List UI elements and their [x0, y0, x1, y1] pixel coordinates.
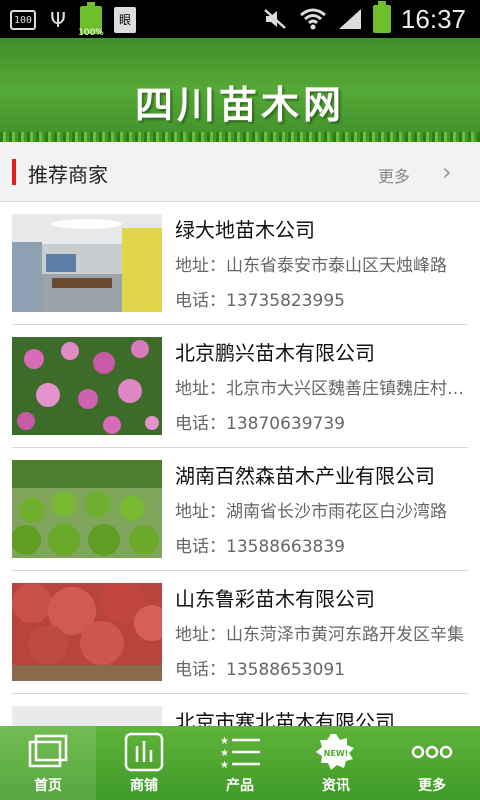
- merchant-phone[interactable]: 电话：13735823995: [175, 286, 345, 311]
- site-logo: 四川苗木网: [134, 82, 345, 127]
- section-accent-bar: [12, 159, 16, 185]
- nav-news-label: 资讯: [322, 778, 350, 794]
- chevron-right-icon[interactable]: ›: [442, 158, 452, 186]
- more-icon: [411, 745, 453, 759]
- bottom-navigation: 首页 商铺 ★ ★ ★ 产品 NEW! 资讯 更多: [0, 726, 480, 800]
- merchant-name[interactable]: 山东鲁彩苗木有限公司: [175, 583, 375, 612]
- svg-text:NEW!: NEW!: [324, 749, 349, 758]
- nav-news[interactable]: NEW! 资讯: [288, 726, 384, 800]
- merchant-item[interactable]: 北京鹏兴苗木有限公司 地址：北京市大兴区魏善庄镇魏庄村… 电话：13870639…: [0, 325, 480, 448]
- merchant-phone[interactable]: 电话：13870639739: [175, 409, 345, 434]
- svg-text:★: ★: [220, 736, 229, 747]
- nav-shop[interactable]: 商铺: [96, 726, 192, 800]
- section-title: 推荐商家: [28, 163, 108, 187]
- usb-icon: Ψ: [50, 8, 66, 32]
- merchant-name[interactable]: 湖南百然森苗木产业有限公司: [175, 460, 435, 489]
- nav-products[interactable]: ★ ★ ★ 产品: [192, 726, 288, 800]
- nav-products-label: 产品: [226, 778, 254, 794]
- merchant-image-building: [12, 706, 162, 726]
- nav-home-label: 首页: [34, 778, 62, 794]
- document-icon: 眼: [114, 7, 136, 33]
- shop-icon: [124, 732, 164, 772]
- wifi-icon: [299, 8, 326, 30]
- grass-decoration: [0, 132, 480, 142]
- clock: 16:37: [400, 3, 466, 34]
- merchant-item[interactable]: 湖南百然森苗木产业有限公司 地址：湖南省长沙市雨花区白沙湾路 电话：135886…: [0, 448, 480, 571]
- merchant-item[interactable]: 北京市塞北苗木有限公司: [0, 694, 480, 726]
- merchant-address: 地址：山东菏泽市黄河东路开发区辛集: [175, 625, 464, 645]
- mute-icon: [264, 9, 286, 29]
- merchant-phone[interactable]: 电话：13588663839: [175, 532, 345, 557]
- merchant-address: 地址：湖南省长沙市雨花区白沙湾路: [175, 502, 447, 522]
- merchant-image-office: [12, 214, 162, 312]
- merchant-name[interactable]: 绿大地苗木公司: [175, 214, 315, 243]
- more-link[interactable]: 更多: [378, 163, 410, 187]
- storage-icon: 100: [10, 10, 36, 30]
- signal-icon: [338, 9, 361, 29]
- recommended-merchants-header: 推荐商家 更多 ›: [0, 142, 480, 202]
- home-icon: [28, 734, 68, 768]
- svg-text:★: ★: [220, 748, 229, 759]
- merchant-address: 地址：北京市大兴区魏善庄镇魏庄村…: [175, 379, 464, 399]
- products-icon: ★ ★ ★: [220, 736, 260, 771]
- merchant-item[interactable]: 绿大地苗木公司 地址：山东省泰安市泰山区天烛峰路 电话：13735823995: [0, 202, 480, 325]
- battery-icon: [372, 1, 391, 33]
- merchant-image-shrubs: [12, 460, 162, 558]
- merchant-item[interactable]: 山东鲁彩苗木有限公司 地址：山东菏泽市黄河东路开发区辛集 电话：13588653…: [0, 571, 480, 694]
- battery-percent: 100%: [78, 28, 104, 38]
- nav-home[interactable]: 首页: [0, 726, 96, 800]
- status-bar: 100 Ψ 100% 眼 16:37: [0, 0, 480, 38]
- merchant-list[interactable]: 绿大地苗木公司 地址：山东省泰安市泰山区天烛峰路 电话：13735823995 …: [0, 202, 480, 726]
- merchant-image-flowers: [12, 337, 162, 435]
- svg-text:★: ★: [220, 760, 229, 771]
- app-header: 四川苗木网: [0, 38, 480, 142]
- merchant-phone[interactable]: 电话：13588653091: [175, 655, 345, 680]
- merchant-name[interactable]: 北京市塞北苗木有限公司: [175, 706, 395, 726]
- nav-more-label: 更多: [418, 778, 446, 794]
- battery-charging-icon: 100%: [78, 2, 104, 38]
- merchant-address: 地址：山东省泰安市泰山区天烛峰路: [175, 256, 447, 276]
- news-icon: NEW!: [316, 734, 354, 770]
- merchant-name[interactable]: 北京鹏兴苗木有限公司: [175, 337, 375, 366]
- nav-shop-label: 商铺: [130, 778, 158, 794]
- merchant-image-maples: [12, 583, 162, 681]
- nav-more[interactable]: 更多: [384, 726, 480, 800]
